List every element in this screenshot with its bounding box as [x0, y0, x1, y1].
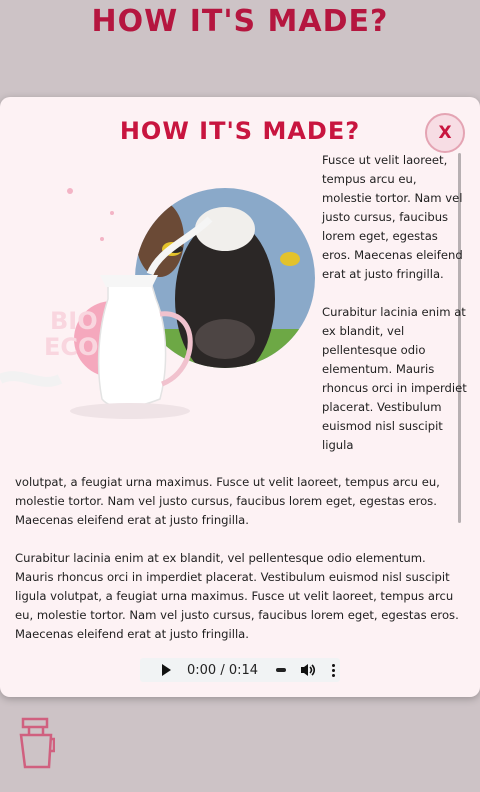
close-button[interactable]: X: [425, 113, 465, 153]
full-paragraph-1: volutpat, a feugiat urna maximus. Fusce …: [15, 475, 440, 527]
full-paragraph-2: Curabitur lacinia enim at ex blandit, ve…: [15, 551, 459, 641]
milk-cow-illustration: BIO ECO: [0, 188, 315, 419]
milk-cup-icon[interactable]: [19, 717, 55, 771]
full-text-body: volutpat, a feugiat urna maximus. Fusce …: [15, 473, 465, 663]
audio-time: 0:00 / 0:14: [187, 662, 259, 678]
svg-text:ECO: ECO: [44, 333, 98, 361]
bio-badge-text: BIO: [50, 307, 98, 335]
how-its-made-modal: HOW IT'S MADE? X BIO ECO Fusce ut velit …: [0, 97, 480, 697]
more-vert-icon[interactable]: [332, 663, 336, 677]
audio-progress[interactable]: [276, 668, 287, 672]
volume-icon[interactable]: [300, 663, 316, 677]
side-text-column: Fusce ut velit laoreet, tempus arcu eu, …: [322, 151, 468, 474]
side-paragraph-1: Fusce ut velit laoreet, tempus arcu eu, …: [322, 153, 463, 281]
modal-title: HOW IT'S MADE?: [119, 117, 361, 145]
side-paragraph-2: Curabitur lacinia enim at ex blandit, ve…: [322, 305, 467, 452]
page-title: HOW IT'S MADE?: [91, 4, 389, 39]
audio-player[interactable]: 0:00 / 0:14: [140, 658, 340, 682]
play-icon[interactable]: [162, 664, 171, 676]
